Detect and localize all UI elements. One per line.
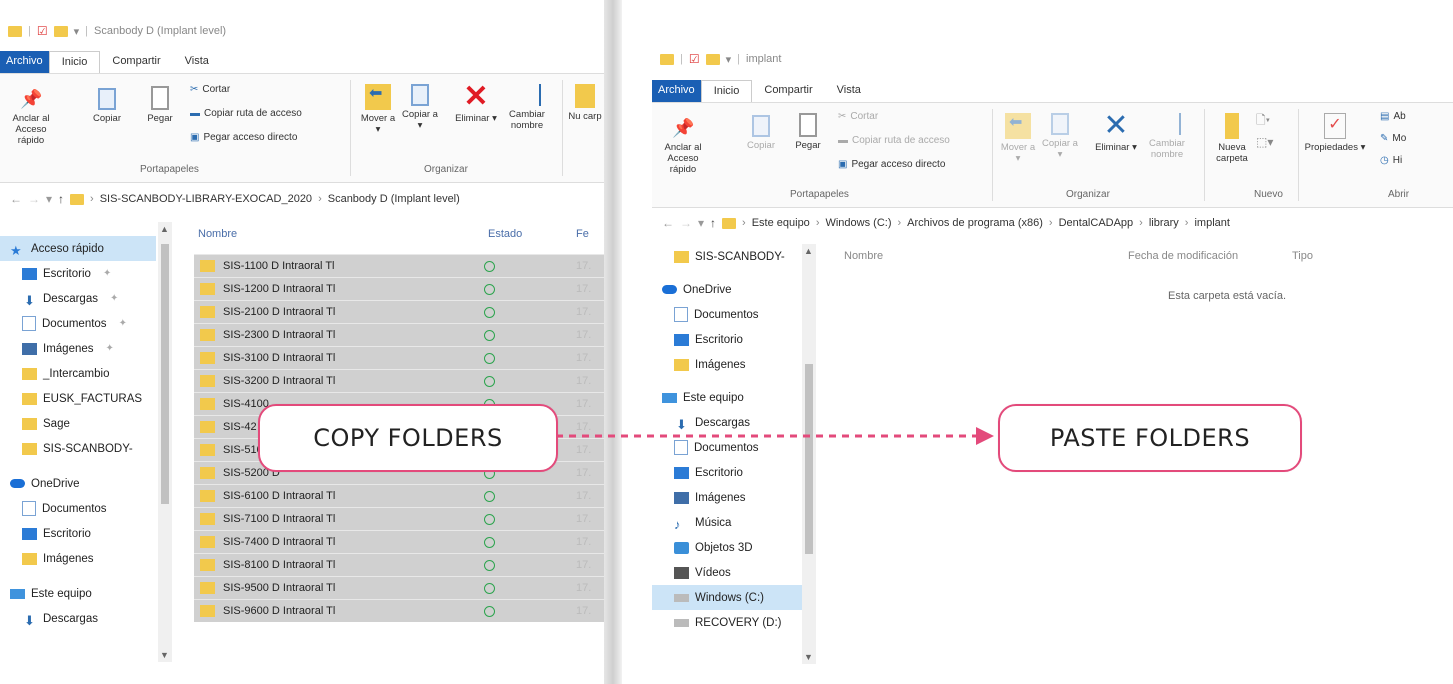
arrow-head-icon <box>976 427 994 445</box>
copy-folders-callout: COPY FOLDERS <box>258 404 558 472</box>
paste-folders-callout: PASTE FOLDERS <box>998 404 1302 472</box>
copy-paste-connector <box>556 427 994 445</box>
